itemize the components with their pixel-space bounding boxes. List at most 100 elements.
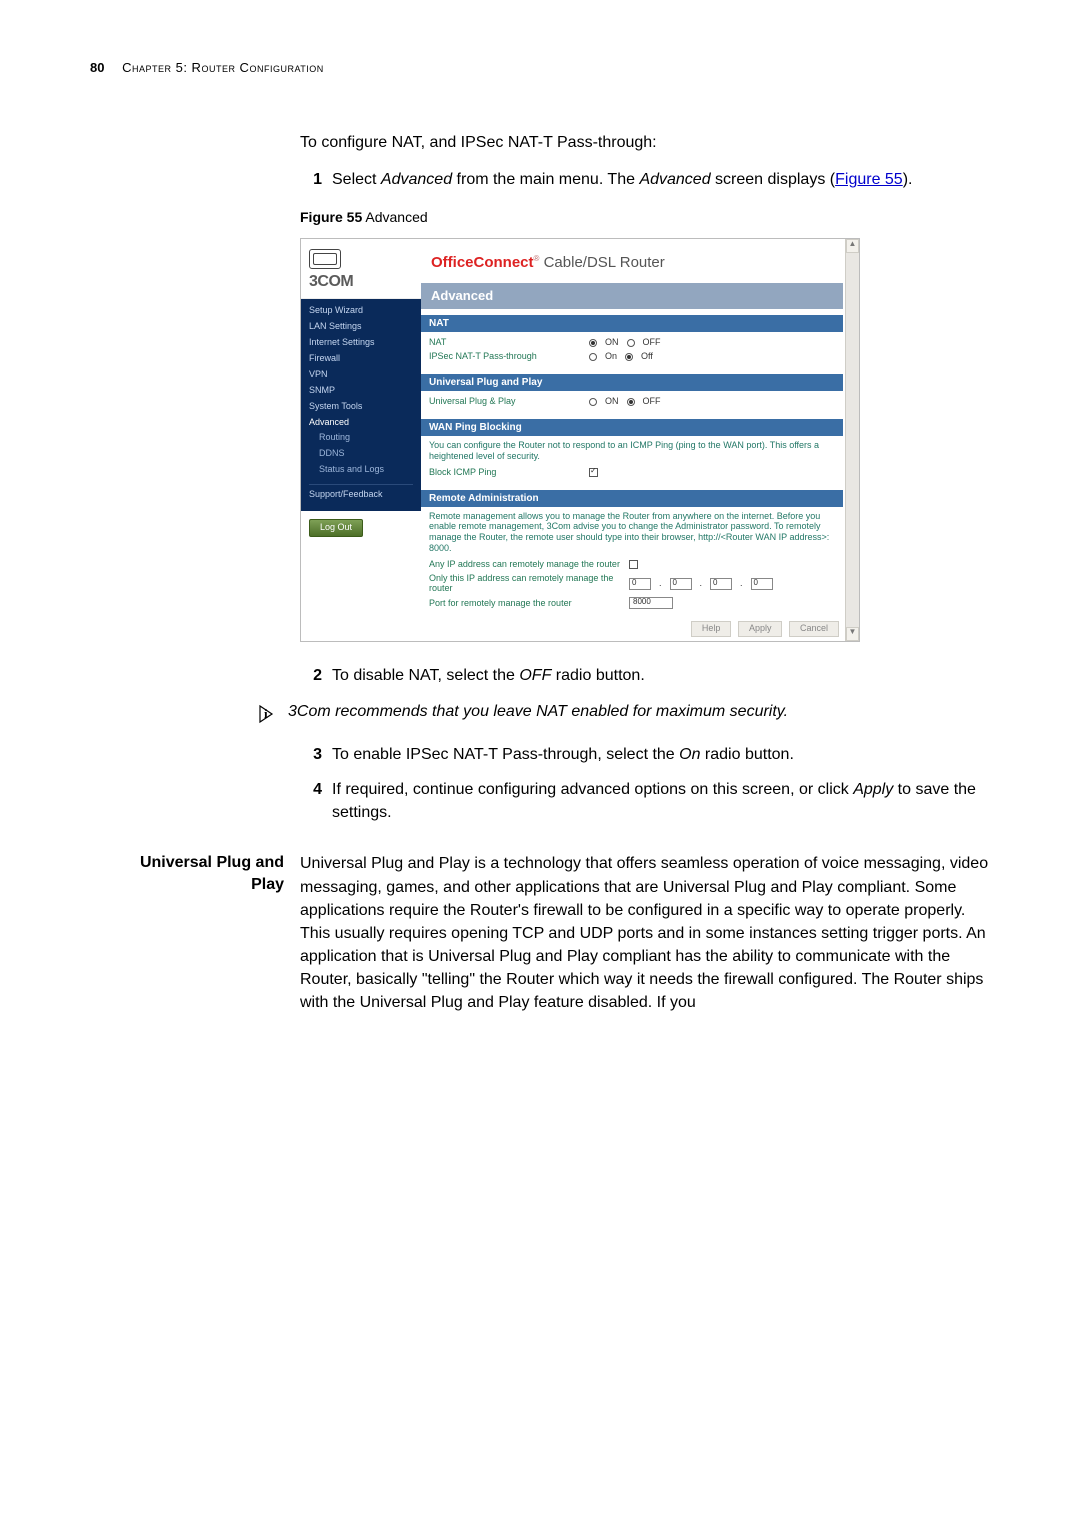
logo-area: 3COM <box>301 239 421 300</box>
any-ip-row: Any IP address can remotely manage the r… <box>429 558 835 572</box>
upnp-on-radio[interactable] <box>589 398 597 406</box>
text-italic: Apply <box>853 781 893 798</box>
brand-band: OfficeConnect® Cable/DSL Router <box>421 239 843 284</box>
text: To enable IPSec NAT-T Pass-through, sele… <box>332 746 679 763</box>
upnp-off-label: OFF <box>643 397 661 407</box>
upnp-section-header: Universal Plug and Play <box>421 374 843 391</box>
logo-icon <box>309 249 341 269</box>
text-italic: On <box>679 746 700 763</box>
page-number: 80 <box>90 60 104 75</box>
svg-text:i: i <box>264 706 268 721</box>
figure-caption: Figure 55 Advanced <box>300 207 990 227</box>
sidebar-nav: Setup Wizard LAN Settings Internet Setti… <box>301 299 421 511</box>
ipsec-off-label: Off <box>641 352 653 362</box>
ipsec-off-radio[interactable] <box>625 353 633 361</box>
info-icon: i <box>256 700 288 733</box>
sidebar-item-internet[interactable]: Internet Settings <box>301 335 421 351</box>
help-button[interactable]: Help <box>691 621 732 637</box>
upnp-row: Universal Plug & Play ON OFF <box>429 395 835 409</box>
wan-ping-header: WAN Ping Blocking <box>421 419 843 436</box>
port-label: Port for remotely manage the router <box>429 599 629 609</box>
text: ). <box>903 171 913 188</box>
text: radio button. <box>551 667 644 684</box>
divider <box>309 484 413 485</box>
sidebar-item-firewall[interactable]: Firewall <box>301 351 421 367</box>
sidebar-panel: 3COM Setup Wizard LAN Settings Internet … <box>301 239 421 642</box>
step-body: To disable NAT, select the OFF radio but… <box>332 664 990 687</box>
sidebar-sub-ddns[interactable]: DDNS <box>301 446 421 462</box>
heading-line: Universal Plug and <box>90 852 284 874</box>
main-panel: OfficeConnect® Cable/DSL Router Advanced… <box>421 239 859 642</box>
nat-off-radio[interactable] <box>627 339 635 347</box>
step-1: 1 Select Advanced from the main menu. Th… <box>300 168 990 191</box>
ipsec-on-radio[interactable] <box>589 353 597 361</box>
text: radio button. <box>700 746 793 763</box>
info-text: 3Com recommends that you leave NAT enabl… <box>288 700 990 723</box>
intro-paragraph: To configure NAT, and IPSec NAT-T Pass-t… <box>300 131 990 154</box>
step-number: 3 <box>300 743 332 766</box>
text-italic: OFF <box>519 667 551 684</box>
ipsec-row: IPSec NAT-T Pass-through On Off <box>429 350 835 364</box>
text: Select <box>332 171 381 188</box>
ip-octet-2[interactable]: 0 <box>670 578 692 590</box>
scroll-up-icon[interactable]: ▲ <box>846 239 859 253</box>
only-ip-label: Only this IP address can remotely manage… <box>429 574 629 594</box>
scroll-down-icon[interactable]: ▼ <box>846 627 859 641</box>
step-body: Select Advanced from the main menu. The … <box>332 168 990 191</box>
embedded-screenshot: ▲ ▼ 3COM Setup Wizard LAN Settings Inter… <box>300 238 860 643</box>
block-icmp-checkbox[interactable] <box>589 468 598 477</box>
port-input[interactable]: 8000 <box>629 597 673 609</box>
nat-row: NAT ON OFF <box>429 336 835 350</box>
page-header: 80 Chapter 5: Router Configuration <box>90 60 990 75</box>
info-note: i 3Com recommends that you leave NAT ena… <box>256 700 990 733</box>
sidebar-sub-routing[interactable]: Routing <box>301 430 421 446</box>
sidebar-item-snmp[interactable]: SNMP <box>301 383 421 399</box>
port-row: Port for remotely manage the router 8000 <box>429 595 835 611</box>
chapter-title: Chapter 5: Router Configuration <box>122 60 324 75</box>
ip-octet-3[interactable]: 0 <box>710 578 732 590</box>
section-upnp: Universal Plug and Play Universal Plug a… <box>90 852 990 1014</box>
figure-title: Advanced <box>362 209 427 225</box>
wan-ping-blurb: You can configure the Router not to resp… <box>429 440 835 466</box>
upnp-label: Universal Plug & Play <box>429 397 589 407</box>
sidebar-item-lan[interactable]: LAN Settings <box>301 319 421 335</box>
ipsec-label: IPSec NAT-T Pass-through <box>429 352 589 362</box>
sidebar-item-vpn[interactable]: VPN <box>301 367 421 383</box>
text-italic: Advanced <box>381 171 452 188</box>
step-body: To enable IPSec NAT-T Pass-through, sele… <box>332 743 990 766</box>
nat-on-radio[interactable] <box>589 339 597 347</box>
sidebar-item-system[interactable]: System Tools <box>301 399 421 415</box>
remote-admin-blurb: Remote management allows you to manage t… <box>429 511 835 558</box>
text: screen displays ( <box>711 171 836 188</box>
text-italic: Advanced <box>639 171 710 188</box>
button-row: Help Apply Cancel <box>421 615 843 641</box>
any-ip-label: Any IP address can remotely manage the r… <box>429 560 629 570</box>
sidebar-item-advanced[interactable]: Advanced <box>301 415 421 431</box>
ip-octet-4[interactable]: 0 <box>751 578 773 590</box>
heading-line: Play <box>90 874 284 896</box>
ipsec-on-label: On <box>605 352 617 362</box>
block-icmp-label: Block ICMP Ping <box>429 468 589 478</box>
sidebar-sub-status[interactable]: Status and Logs <box>301 462 421 478</box>
page-title: Advanced <box>421 283 843 309</box>
sidebar-item-support[interactable]: Support/Feedback <box>301 487 421 503</box>
any-ip-checkbox[interactable] <box>629 560 638 569</box>
text: If required, continue configuring advanc… <box>332 781 853 798</box>
figure-label: Figure 55 <box>300 209 362 225</box>
upnp-off-radio[interactable] <box>627 398 635 406</box>
block-icmp-row: Block ICMP Ping <box>429 466 835 480</box>
remote-admin-header: Remote Administration <box>421 490 843 507</box>
brand-name: OfficeConnect <box>431 254 534 271</box>
nat-label: NAT <box>429 338 589 348</box>
scrollbar[interactable]: ▲ ▼ <box>845 239 859 642</box>
apply-button[interactable]: Apply <box>738 621 783 637</box>
logout-button[interactable]: Log Out <box>309 519 363 537</box>
only-ip-row: Only this IP address can remotely manage… <box>429 572 835 596</box>
text: To disable NAT, select the <box>332 667 519 684</box>
figure-link[interactable]: Figure 55 <box>835 171 903 188</box>
cancel-button[interactable]: Cancel <box>789 621 839 637</box>
nat-off-label: OFF <box>643 338 661 348</box>
ip-octet-1[interactable]: 0 <box>629 578 651 590</box>
sidebar-item-setup[interactable]: Setup Wizard <box>301 303 421 319</box>
step-body: If required, continue configuring advanc… <box>332 778 990 824</box>
